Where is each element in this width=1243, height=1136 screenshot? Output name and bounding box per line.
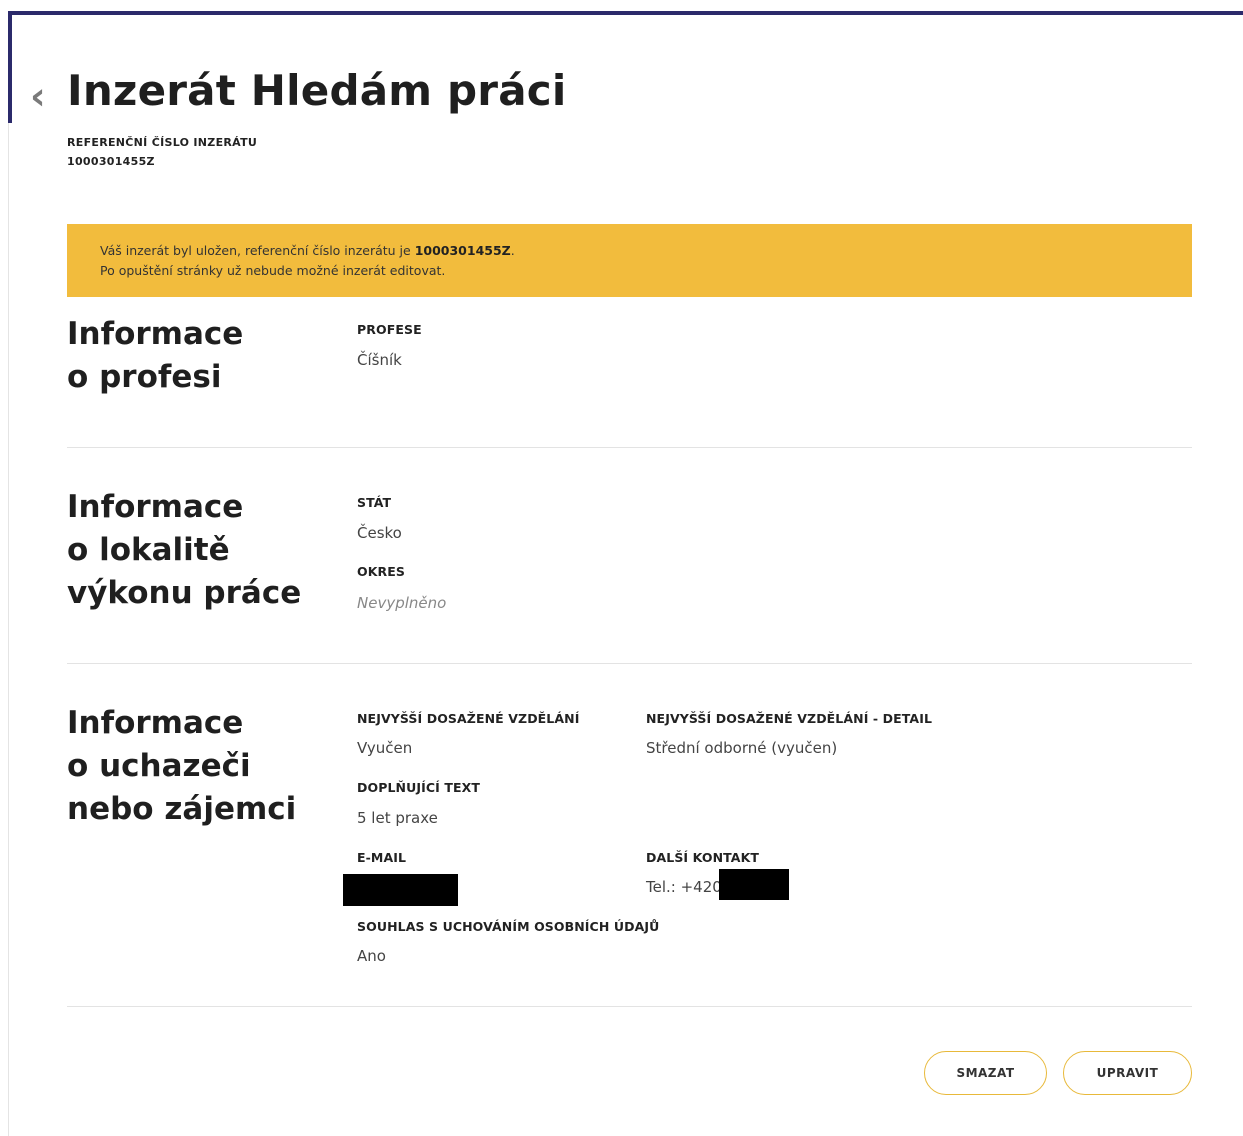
alert-reference-number: 1000301455Z	[414, 243, 511, 258]
section-title-line: Informace	[67, 705, 244, 741]
left-border-line	[8, 123, 9, 1136]
saved-alert: Váš inzerát byl uložen, referenční číslo…	[67, 224, 1192, 297]
left-accent-bar	[8, 11, 12, 123]
section-title-line: nebo zájemci	[67, 791, 297, 827]
stat-label: STÁT	[357, 495, 392, 510]
section-title-line: o profesi	[67, 359, 222, 395]
education-value: Vyučen	[357, 739, 413, 757]
alert-line-1-text: Váš inzerát byl uložen, referenční číslo…	[100, 243, 415, 258]
education-label: NEJVYŠŠÍ DOSAŽENÉ VZDĚLÁNÍ	[357, 711, 580, 726]
section-title-line: Informace	[67, 489, 244, 525]
okres-label: OKRES	[357, 564, 405, 579]
section-title-line: o lokalitě	[67, 532, 230, 568]
contact-label: DALŠÍ KONTAKT	[646, 850, 759, 865]
section-title-line: Informace	[67, 316, 244, 352]
reference-number: 1000301455Z	[67, 155, 155, 168]
top-accent-bar	[8, 11, 1243, 15]
section-divider	[67, 663, 1192, 664]
alert-line-1: Váš inzerát byl uložen, referenční číslo…	[100, 241, 1192, 261]
alert-line-1-suffix: .	[510, 243, 515, 258]
reference-label: REFERENČNÍ ČÍSLO INZERÁTU	[67, 136, 258, 149]
stat-value: Česko	[357, 524, 402, 542]
email-label: E-MAIL	[357, 850, 407, 865]
profese-value: Číšník	[357, 351, 402, 369]
consent-value: Ano	[357, 947, 386, 965]
section-title-line: výkonu práce	[67, 575, 302, 611]
profese-label: PROFESE	[357, 322, 422, 337]
consent-label: SOUHLAS S UCHOVÁNÍM OSOBNÍCH ÚDAJŮ	[357, 919, 660, 934]
phone-number-redacted	[719, 869, 789, 900]
section-title-location: Informace o lokalitě výkonu práce	[67, 486, 301, 615]
alert-line-2: Po opuštění stránky už nebude možné inze…	[100, 263, 446, 278]
email-value-redacted	[343, 874, 458, 906]
education-detail-value: Střední odborné (vyučen)	[646, 739, 838, 757]
section-title-applicant: Informace o uchazeči nebo zájemci	[67, 702, 296, 831]
section-title-profession: Informace o profesi	[67, 313, 243, 399]
contact-value: Tel.: +420	[646, 878, 722, 896]
delete-button[interactable]: SMAZAT	[924, 1051, 1047, 1095]
section-divider	[67, 1006, 1192, 1007]
okres-value: Nevyplněno	[357, 594, 447, 612]
education-detail-label: NEJVYŠŠÍ DOSAŽENÉ VZDĚLÁNÍ - DETAIL	[646, 711, 933, 726]
page-title: Inzerát Hledám práci	[67, 66, 567, 115]
section-title-line: o uchazeči	[67, 748, 251, 784]
section-divider	[67, 447, 1192, 448]
chevron-left-icon[interactable]: ‹	[30, 76, 54, 116]
extra-text-value: 5 let praxe	[357, 809, 438, 827]
edit-button[interactable]: UPRAVIT	[1063, 1051, 1192, 1095]
extra-text-label: DOPLŇUJÍCÍ TEXT	[357, 780, 480, 795]
